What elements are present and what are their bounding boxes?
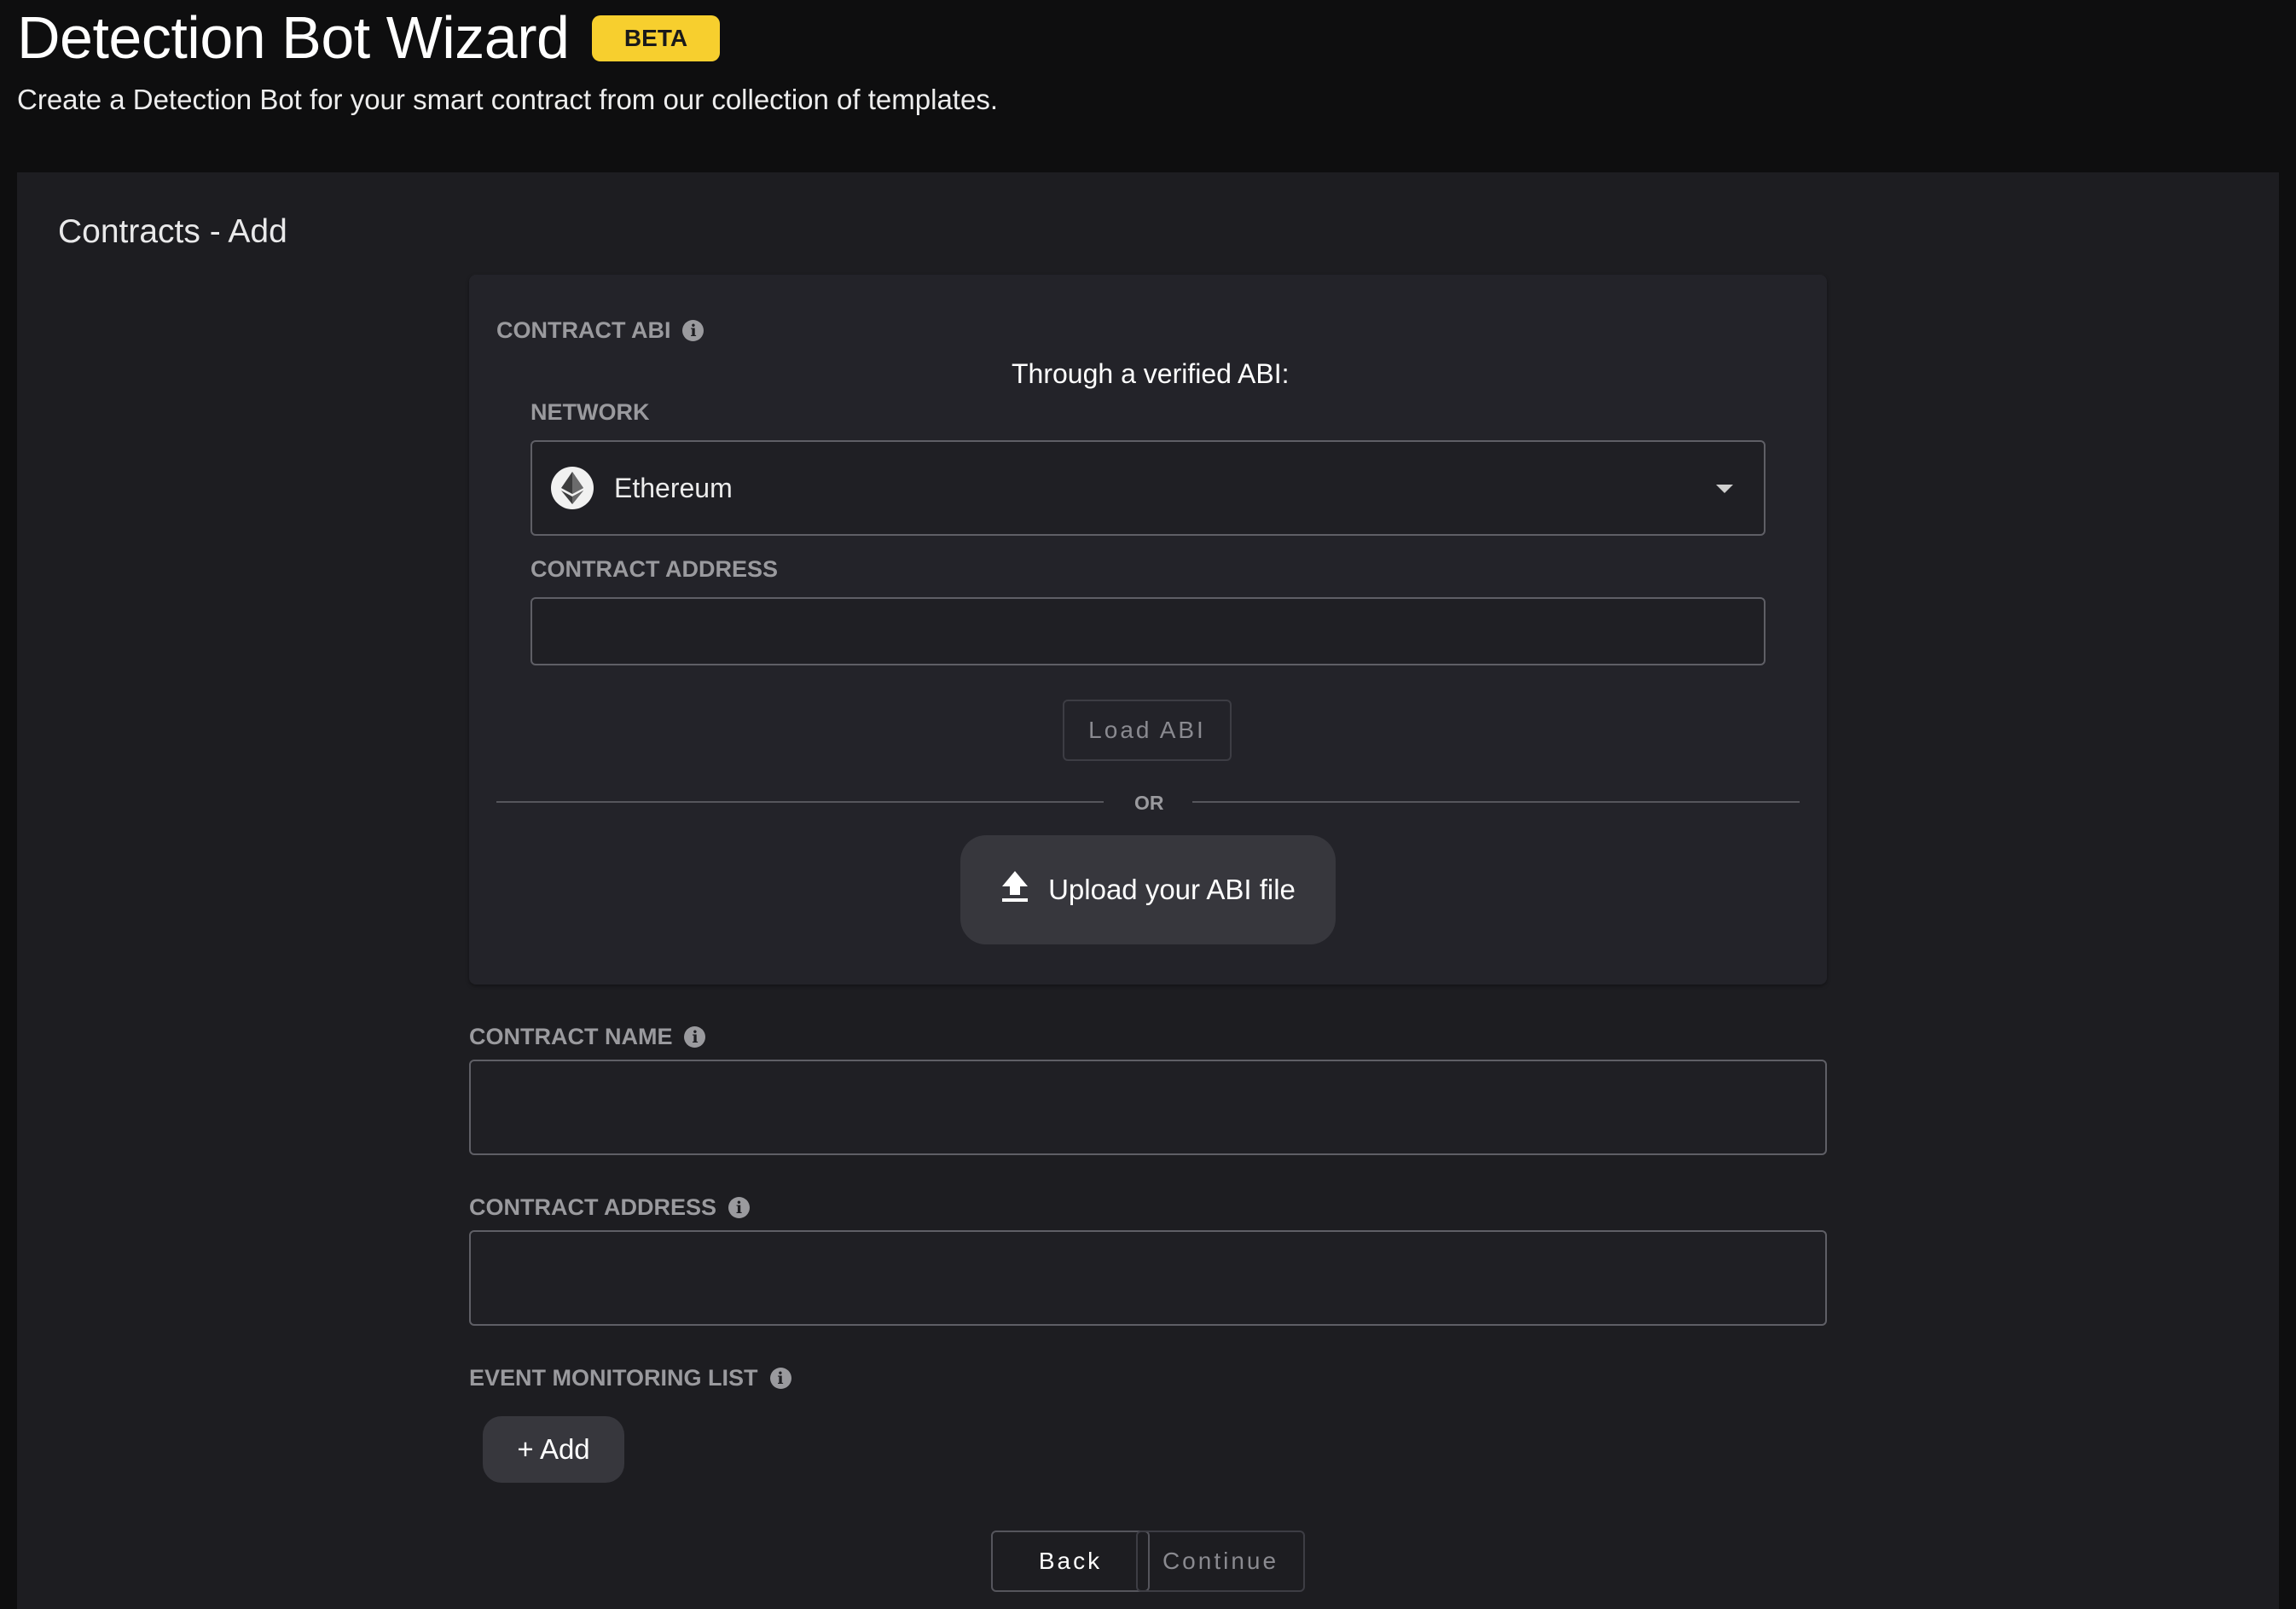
load-abi-button[interactable]: Load ABI xyxy=(1063,700,1232,761)
back-button[interactable]: Back xyxy=(991,1531,1150,1592)
abi-contract-address-label: CONTRACT ADDRESS xyxy=(531,556,778,583)
panel-title: Contracts - Add xyxy=(58,213,287,250)
contract-abi-label: CONTRACT ABI i xyxy=(496,317,704,344)
contract-address-label-text: CONTRACT ADDRESS xyxy=(469,1194,716,1220)
event-monitoring-label: EVENT MONITORING LIST i xyxy=(469,1365,791,1391)
abi-contract-address-input[interactable] xyxy=(531,597,1765,665)
upload-abi-label: Upload your ABI file xyxy=(1048,874,1296,905)
contract-name-label: CONTRACT NAME i xyxy=(469,1024,706,1050)
divider-left xyxy=(496,801,1104,803)
or-separator: OR xyxy=(1134,792,1164,814)
upload-icon xyxy=(1000,869,1029,910)
contract-abi-label-text: CONTRACT ABI xyxy=(496,317,671,343)
chevron-down-icon[interactable] xyxy=(1716,485,1733,493)
beta-badge: BETA xyxy=(592,15,720,61)
network-select[interactable]: Ethereum xyxy=(531,440,1765,536)
abi-contract-address-label-text: CONTRACT ADDRESS xyxy=(531,556,778,582)
info-icon[interactable]: i xyxy=(728,1197,750,1218)
contract-name-input[interactable] xyxy=(469,1060,1827,1155)
page-subtitle: Create a Detection Bot for your smart co… xyxy=(17,84,998,115)
info-icon[interactable]: i xyxy=(684,1026,706,1048)
network-label: NETWORK xyxy=(531,399,649,426)
page-title: Detection Bot Wizard xyxy=(17,4,570,71)
add-event-button[interactable]: + Add xyxy=(483,1416,624,1483)
divider-right xyxy=(1192,801,1800,803)
network-select-value: Ethereum xyxy=(614,472,733,503)
event-monitoring-label-text: EVENT MONITORING LIST xyxy=(469,1365,758,1391)
continue-button[interactable]: Continue xyxy=(1136,1531,1305,1592)
verified-abi-heading: Through a verified ABI: xyxy=(1012,358,1290,389)
contract-address-label: CONTRACT ADDRESS i xyxy=(469,1194,750,1221)
ethereum-icon xyxy=(551,467,594,509)
contract-address-input[interactable] xyxy=(469,1230,1827,1326)
contract-name-label-text: CONTRACT NAME xyxy=(469,1024,673,1049)
upload-abi-button[interactable]: Upload your ABI file xyxy=(960,835,1336,944)
network-label-text: NETWORK xyxy=(531,399,650,425)
info-icon[interactable]: i xyxy=(682,320,704,341)
info-icon[interactable]: i xyxy=(769,1368,791,1389)
